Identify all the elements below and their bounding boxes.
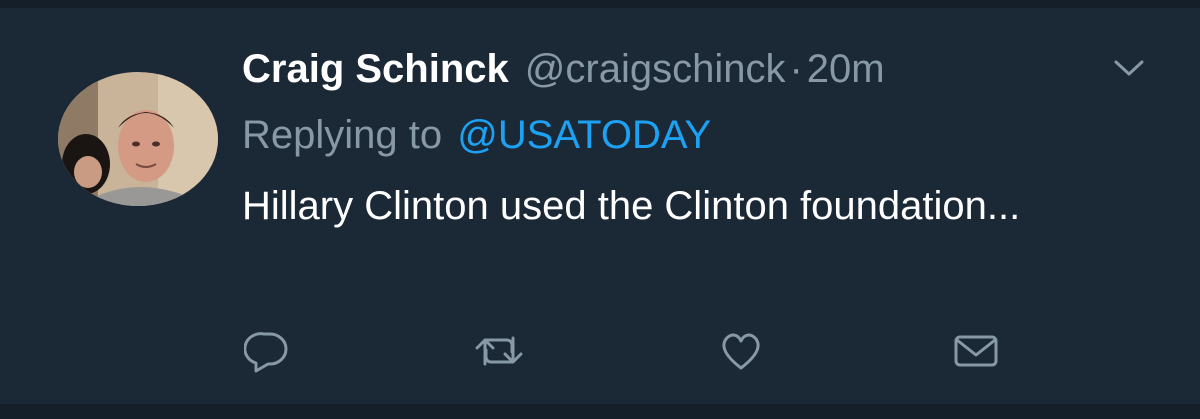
separator-dot: · <box>789 47 803 91</box>
avatar[interactable] <box>58 72 218 206</box>
timestamp[interactable]: 20m <box>807 44 885 94</box>
replying-to-handle[interactable]: @USATODAY <box>457 113 711 157</box>
tweet-text: Hillary Clinton used the Clinton foundat… <box>242 184 1021 228</box>
tweet[interactable]: Craig Schinck @craigschinck · 20m Replyi… <box>0 0 1200 419</box>
replying-to-label: Replying to <box>242 113 443 157</box>
direct-message-button[interactable] <box>951 326 1001 376</box>
like-button[interactable] <box>716 326 766 376</box>
reply-icon <box>244 332 288 373</box>
tweet-header: Craig Schinck @craigschinck · 20m <box>242 44 885 94</box>
envelope-icon <box>954 335 998 367</box>
bottom-divider <box>0 404 1200 419</box>
replying-to: Replying to @USATODAY <box>242 110 711 160</box>
retweet-icon <box>475 336 523 366</box>
user-handle[interactable]: @craigschinck <box>525 44 786 94</box>
retweet-button[interactable] <box>474 326 524 376</box>
display-name[interactable]: Craig Schinck <box>242 44 509 94</box>
heart-icon <box>722 333 760 370</box>
chevron-down-icon[interactable] <box>1112 56 1146 80</box>
top-divider <box>0 0 1200 8</box>
reply-button[interactable] <box>242 326 292 376</box>
